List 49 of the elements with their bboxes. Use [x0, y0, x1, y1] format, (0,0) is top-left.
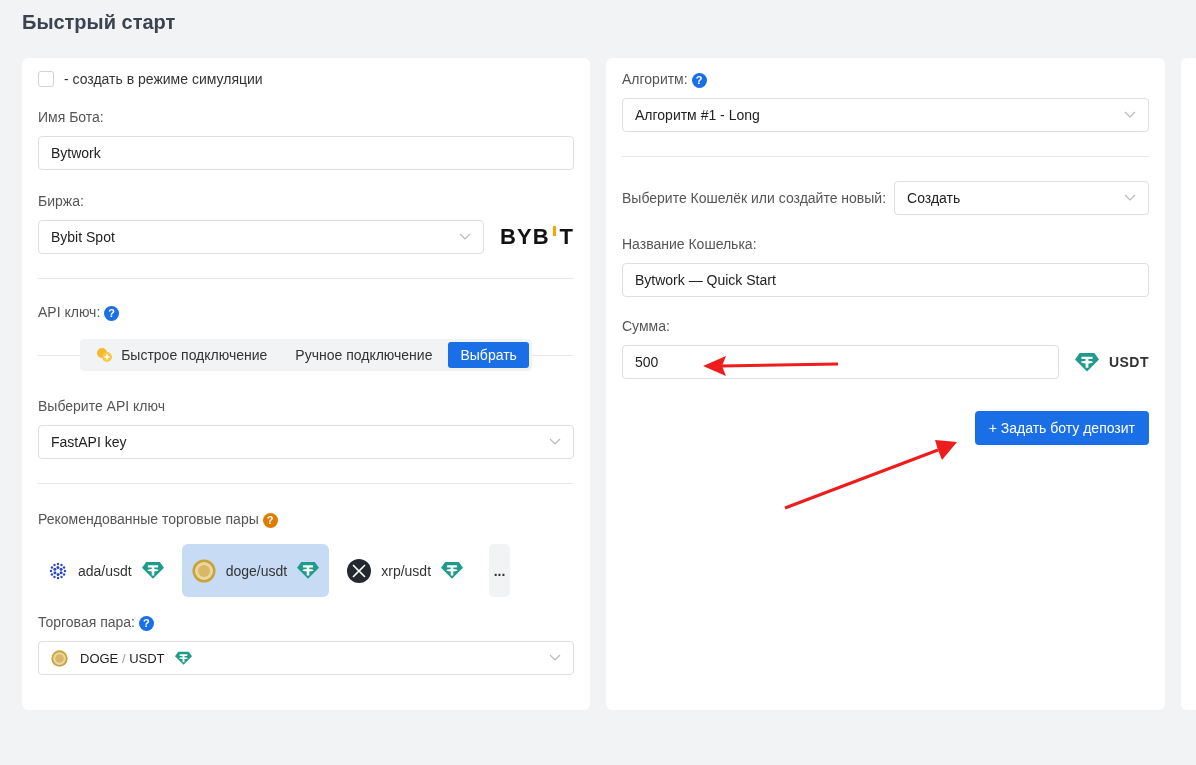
page-title: Быстрый старт: [22, 10, 177, 34]
doge-coin-icon: [191, 558, 216, 583]
chevron-down-icon: [1124, 111, 1136, 119]
algorithm-select[interactable]: Алгоритм #1 - Long: [622, 98, 1149, 132]
help-icon[interactable]: ?: [691, 72, 707, 88]
simulation-checkbox[interactable]: [38, 71, 54, 87]
trading-pair-chip[interactable]: xrp/usdt: [337, 544, 474, 597]
connection-tab[interactable]: Быстрое подключение: [83, 342, 280, 368]
more-button[interactable]: ...: [489, 544, 511, 597]
chevron-down-icon: [549, 438, 561, 446]
recommended-pairs-label: Рекомендованные торговые пары: [38, 511, 259, 527]
field-label: Выберите API ключ: [38, 397, 166, 415]
xrp-coin-icon: [347, 558, 372, 583]
wallet-select[interactable]: Создать: [894, 181, 1149, 215]
chevron-down-icon: [459, 233, 472, 241]
tether-icon: [141, 561, 164, 580]
deposit-button[interactable]: + Задать боту депозит: [974, 411, 1149, 445]
field-label: Сумма:: [622, 317, 671, 335]
wallet-name-input[interactable]: Bytwork — Quick Start: [622, 263, 1149, 297]
tether-icon: [297, 561, 320, 580]
trading-pair-chip[interactable]: ada/usdt: [38, 544, 174, 597]
trading-pair-select[interactable]: DOGE / USDT: [38, 641, 574, 675]
tether-icon: [1074, 351, 1099, 373]
chevron-down-icon: [1124, 194, 1136, 202]
api-key-label: API ключ:: [38, 304, 101, 320]
bybit-logo: BYB T: [500, 224, 574, 250]
help-icon[interactable]: ?: [104, 305, 120, 321]
tether-icon: [441, 561, 464, 580]
field-label: Название Кошелька:: [622, 235, 758, 253]
currency-label: USDT: [1108, 354, 1149, 370]
help-icon[interactable]: ?: [138, 615, 154, 631]
field-label: Выберите Кошелёк или создайте новый:: [622, 189, 887, 207]
connection-tab[interactable]: Выбрать: [448, 342, 529, 368]
exchange-select[interactable]: Bybit Spot: [38, 220, 485, 254]
trading-pair-chip[interactable]: doge/usdt: [181, 544, 330, 597]
api-key-select[interactable]: FastAPI key: [38, 425, 574, 459]
doge-coin-icon: [51, 649, 68, 667]
checkbox-label: - создать в режиме симуляции: [64, 70, 263, 88]
algorithm-label: Алгоритм:: [622, 71, 688, 87]
bot-name-input[interactable]: Bytwork: [38, 136, 574, 170]
field-label: Имя Бота:: [38, 108, 105, 126]
cardano-icon: [48, 560, 68, 581]
coins-plus-icon: [95, 347, 114, 363]
amount-input[interactable]: 500: [622, 345, 1059, 379]
field-label: Биржа:: [38, 192, 85, 210]
chevron-down-icon: [549, 654, 561, 662]
tether-icon: [174, 650, 192, 666]
connection-tab[interactable]: Ручное подключение: [283, 342, 445, 368]
trading-pair-label: Торговая пара:: [38, 614, 135, 630]
